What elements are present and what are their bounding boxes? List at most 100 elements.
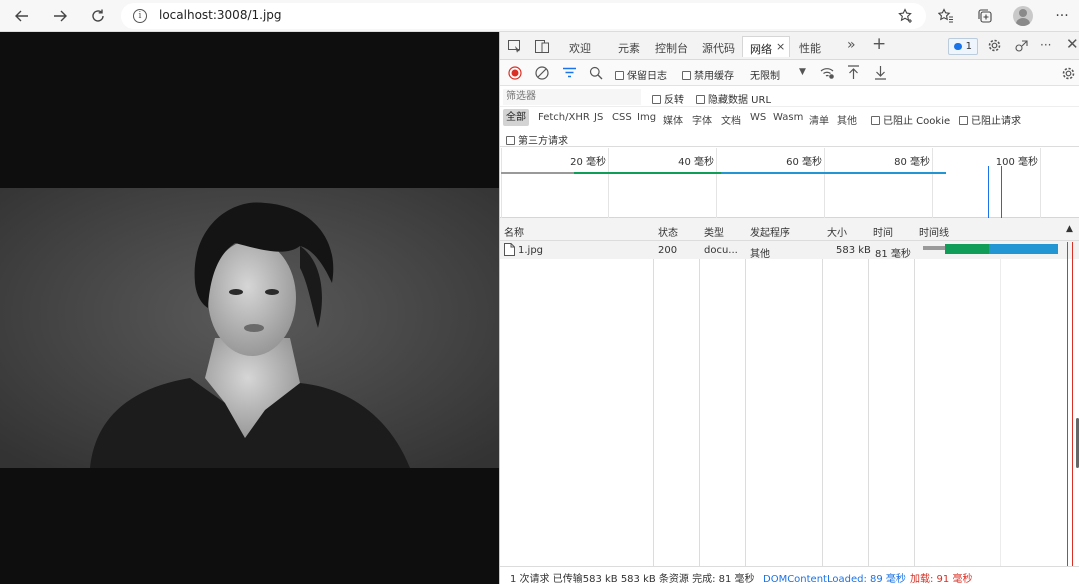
tab-elements[interactable]: 元素 [618,40,640,56]
blocked-requests-checkbox[interactable]: 已阻止请求 [959,112,1021,127]
third-party-checkbox[interactable]: 第三方请求 [506,132,568,147]
add-tab-plus-icon[interactable]: + [872,36,886,53]
overview-bar-download [721,172,946,174]
blocked-cookies-checkbox[interactable]: 已阻止 Cookie [871,112,950,127]
type-filter-doc[interactable]: 文档 [721,112,741,127]
export-har-icon[interactable] [874,65,887,83]
favorites-icon[interactable] [934,4,958,28]
close-tab-icon[interactable]: × [776,40,785,53]
column-header-status[interactable]: 状态 [658,224,678,239]
requests-table: 名称 状态 类型 发起程序 大小 时间 时间线 ▲ 1.jpg 200 docu… [500,218,1079,566]
type-filter-wasm[interactable]: Wasm [773,112,803,123]
column-header-time[interactable]: 时间 [873,224,893,239]
sort-up-icon[interactable]: ▲ [1066,224,1073,234]
status-load: 加载: 91 毫秒 [910,574,973,584]
request-size: 583 kB [836,245,871,256]
refresh-icon[interactable] [86,4,110,28]
column-header-size[interactable]: 大小 [827,224,847,239]
profile-avatar[interactable] [1013,6,1033,26]
type-filter-img[interactable]: Img [637,112,656,123]
tab-console[interactable]: 控制台 [655,40,688,56]
more-menu-icon[interactable]: ··· [1050,4,1074,28]
close-devtools-icon[interactable]: ✕ [1066,37,1079,52]
more-tabs-chevron-icon[interactable]: » [847,38,856,52]
waterfall-bar-download [989,244,1058,254]
devtools-panel: 欢迎 元素 控制台 源代码 网络 × 性能 » + 1 ··· ✕ 保留日志 禁… [499,32,1079,584]
tab-network-label: 网络 [750,43,772,56]
hide-data-urls-checkbox[interactable]: 隐藏数据 URL [696,91,771,106]
disable-cache-checkbox[interactable]: 禁用缓存 [682,67,734,82]
table-row[interactable]: 1.jpg 200 docu... 其他 583 kB 81 毫秒 [500,241,1079,260]
settings-gear-icon[interactable] [987,38,1002,56]
overview-tick-40: 40 毫秒 [678,157,714,168]
column-header-waterfall[interactable]: 时间线 [919,224,949,239]
address-bar[interactable]: i localhost:3008/1.jpg [121,3,926,29]
overview-load-line [1001,166,1002,218]
type-filter-manifest[interactable]: 清单 [809,112,829,127]
forward-arrow-icon[interactable] [48,4,72,28]
waterfall-bar-queue [923,246,945,250]
import-har-icon[interactable] [847,65,860,83]
browser-toolbar: i localhost:3008/1.jpg ··· [0,0,1079,32]
issues-badge[interactable]: 1 [948,38,978,55]
request-type: docu... [704,245,738,256]
column-header-type[interactable]: 类型 [704,224,724,239]
device-emulation-icon[interactable] [535,40,549,56]
issues-count: 1 [965,41,972,52]
type-filter-ws[interactable]: WS [750,112,766,123]
waterfall-dcl-line [1067,242,1068,566]
overview-bar-queue [501,172,574,174]
page-viewport [0,32,499,584]
waterfall-load-line [1072,242,1073,566]
type-filter-font[interactable]: 字体 [692,112,712,127]
waterfall-bar-waiting [945,244,989,254]
filter-icon[interactable] [563,67,576,82]
overview-tick-100: 100 毫秒 [995,157,1038,168]
type-filter-css[interactable]: CSS [612,112,632,123]
request-initiator: 其他 [750,249,770,260]
tab-network[interactable]: 网络 × [742,36,790,57]
column-header-initiator[interactable]: 发起程序 [750,224,790,239]
displayed-image [0,188,499,468]
preserve-log-checkbox[interactable]: 保留日志 [615,67,667,82]
network-toolbar: 保留日志 禁用缓存 无限制 ▼ [500,60,1079,86]
type-filter-media[interactable]: 媒体 [663,112,683,127]
devtools-tab-bar: 欢迎 元素 控制台 源代码 网络 × 性能 » + 1 ··· ✕ [500,32,1079,60]
info-icon[interactable]: i [133,9,147,23]
request-status: 200 [658,245,678,256]
tab-welcome[interactable]: 欢迎 [569,40,591,56]
overview-tick-80: 80 毫秒 [894,157,930,168]
table-header: 名称 状态 类型 发起程序 大小 时间 时间线 ▲ [500,218,1079,241]
filter-input[interactable] [503,89,641,105]
overview-dcl-line [988,166,989,218]
tab-sources[interactable]: 源代码 [702,40,735,56]
column-header-name[interactable]: 名称 [504,224,524,239]
type-filter-other[interactable]: 其他 [837,112,857,127]
throttling-select[interactable]: 无限制 [750,67,780,82]
dropdown-arrow-icon[interactable]: ▼ [799,68,806,77]
message-icon [954,43,962,50]
type-filter-js[interactable]: JS [594,112,603,123]
status-dcl: DOMContentLoaded: 89 毫秒 [763,574,906,584]
type-filter-all[interactable]: 全部 [503,109,529,126]
network-conditions-icon[interactable] [820,66,835,83]
record-icon[interactable] [508,66,522,83]
overview-tick-60: 60 毫秒 [786,157,822,168]
collections-icon[interactable] [973,4,997,28]
network-status-bar: 1 次请求 已传输583 kB 583 kB 条资源 完成: 81 毫秒 DOM… [500,566,1079,584]
more-options-icon[interactable]: ··· [1040,39,1051,51]
request-name: 1.jpg [518,245,544,256]
back-arrow-icon[interactable] [10,4,34,28]
add-favorite-icon[interactable] [894,4,918,28]
invert-checkbox[interactable]: 反转 [652,91,684,106]
search-icon[interactable] [589,66,603,83]
network-settings-gear-icon[interactable] [1061,66,1076,84]
inspect-element-icon[interactable] [508,40,522,56]
tab-performance[interactable]: 性能 [799,40,821,56]
clear-icon[interactable] [535,66,549,83]
request-time: 81 毫秒 [875,249,911,260]
type-filter-fetch-xhr[interactable]: Fetch/XHR [538,112,590,123]
overview-timeline[interactable]: 20 毫秒 40 毫秒 60 毫秒 80 毫秒 100 毫秒 [500,148,1079,218]
customize-icon[interactable] [1014,38,1029,56]
address-text[interactable]: localhost:3008/1.jpg [159,8,282,22]
